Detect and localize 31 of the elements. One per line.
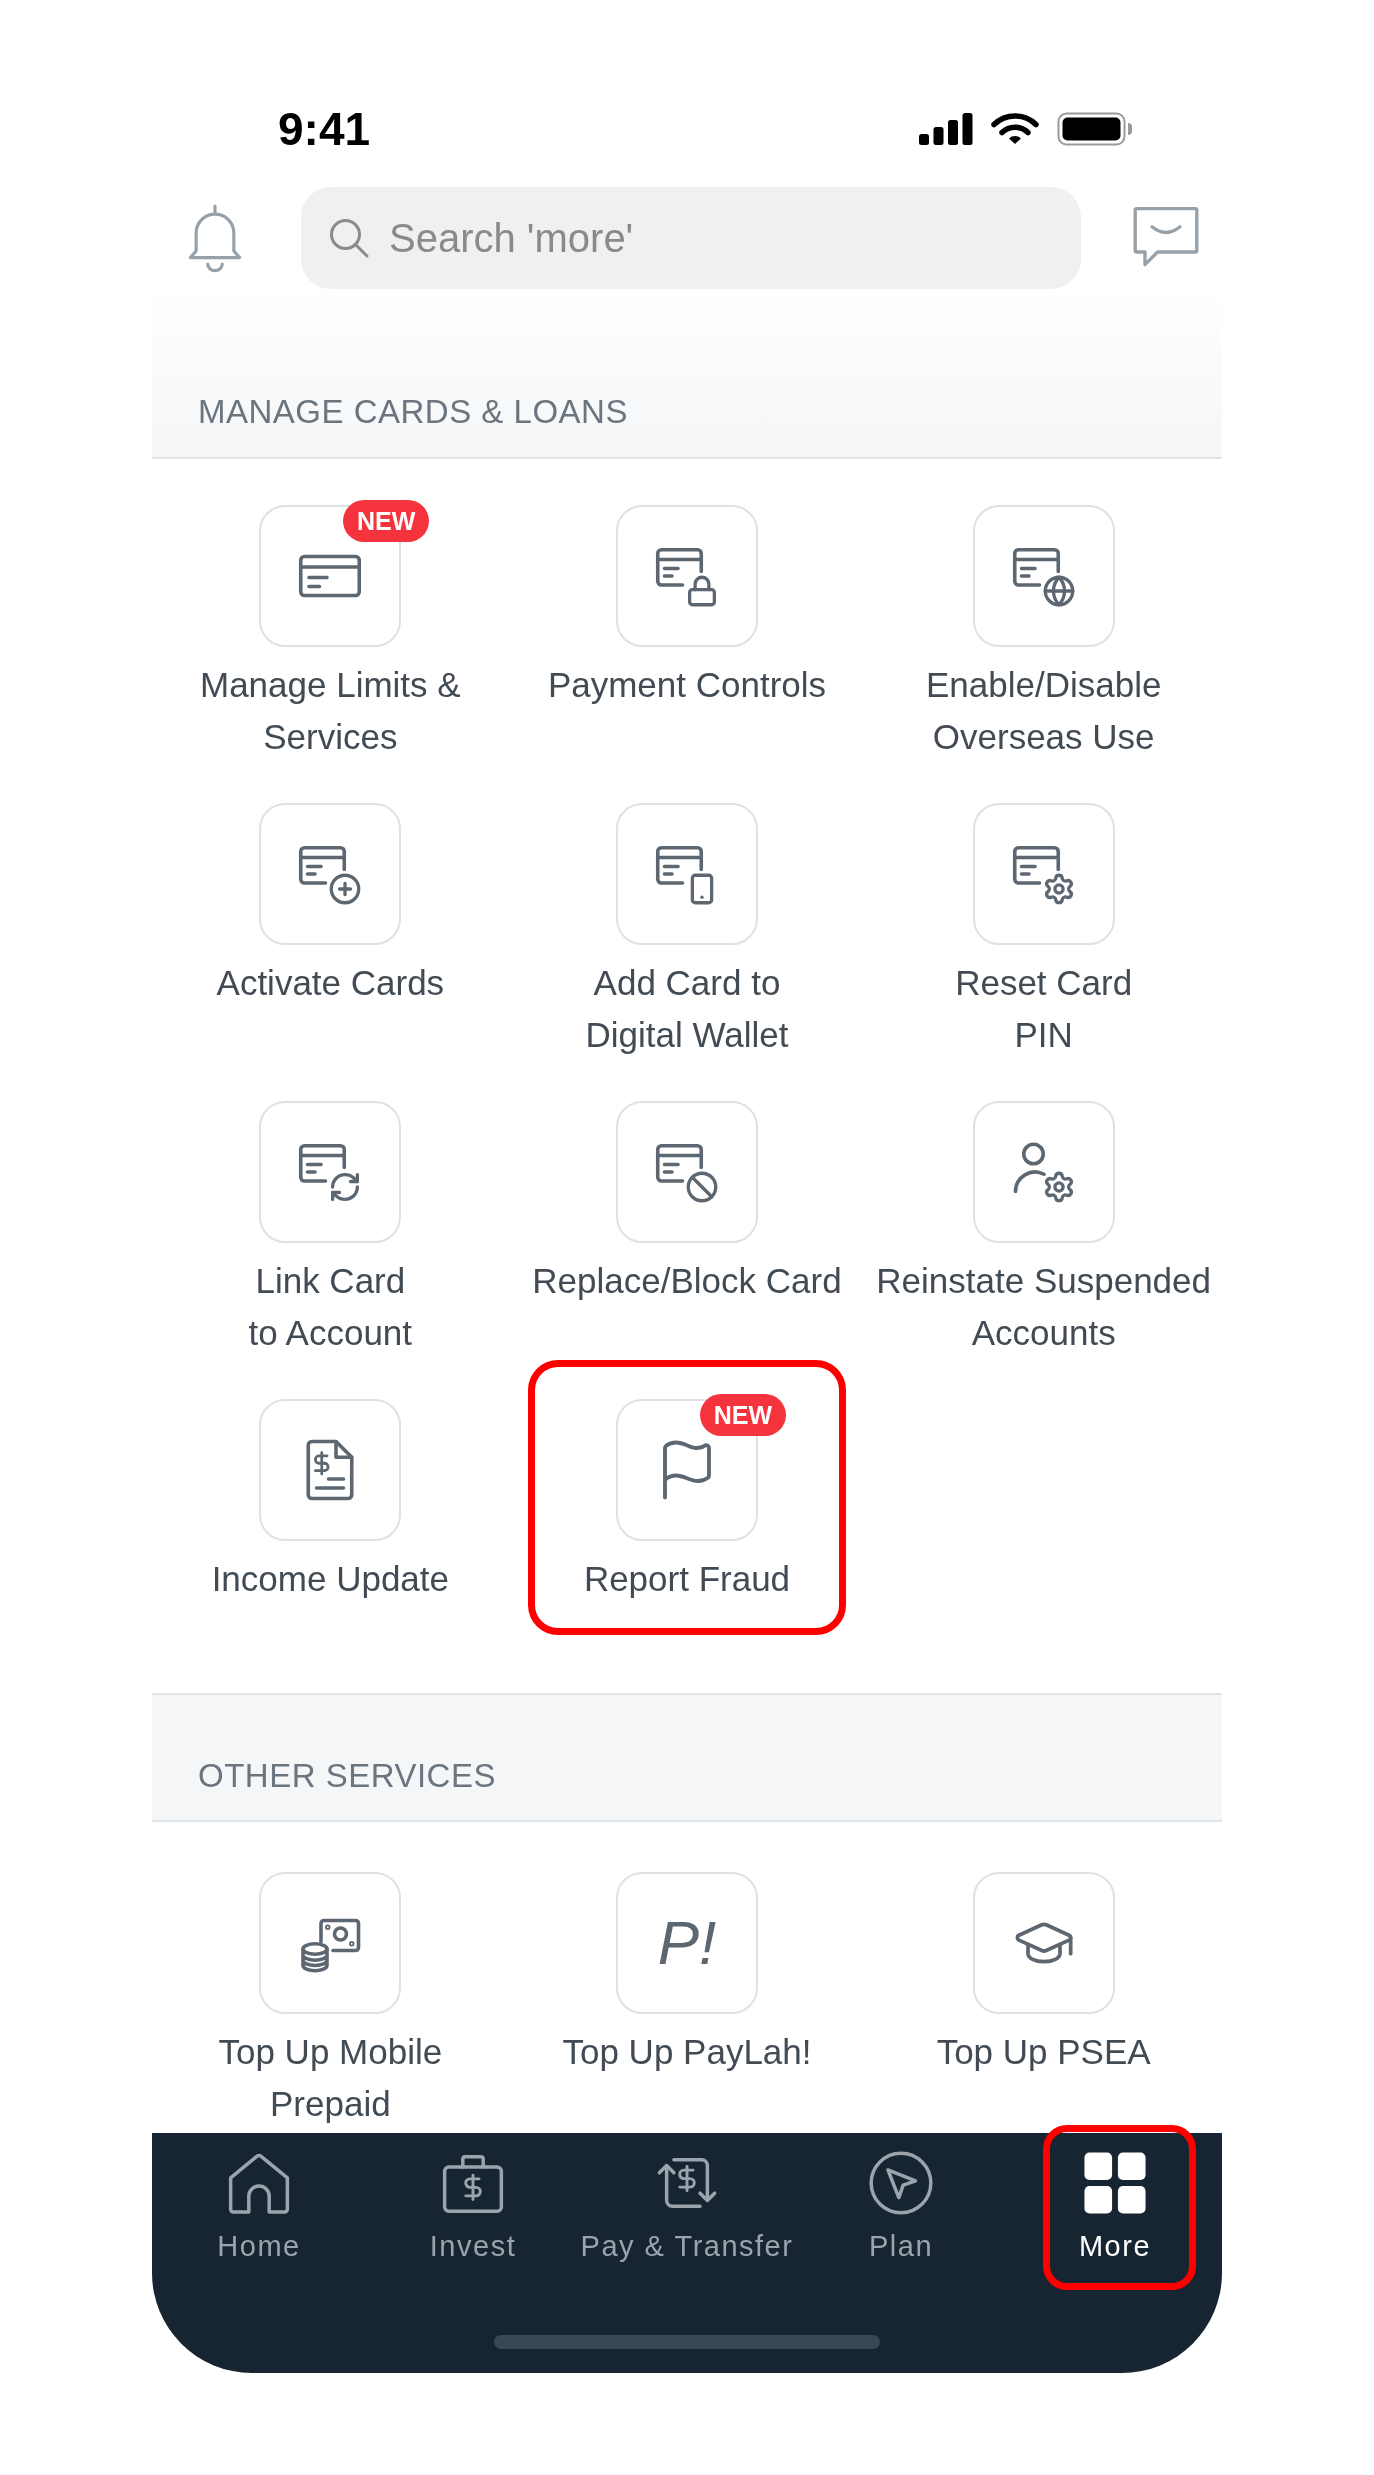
nav-tab[interactable]: Invest xyxy=(366,2133,580,2268)
status-badge: NEW xyxy=(699,1394,786,1436)
nav-tab[interactable]: Home xyxy=(152,2133,366,2268)
section-title: OTHER SERVICES xyxy=(198,1758,496,1794)
service-button[interactable]: Replace/Block Card xyxy=(532,1101,842,1307)
service-button[interactable]: Enable/Disable Overseas Use xyxy=(925,505,1162,763)
logo-text: P! xyxy=(657,1912,717,1974)
service-button[interactable]: Activate Cards xyxy=(216,803,445,1009)
nav-tab[interactable]: More xyxy=(1008,2133,1222,2268)
search-icon xyxy=(329,218,369,258)
battery-icon xyxy=(1057,112,1133,146)
service-button[interactable]: P! Top Up PayLah! xyxy=(562,1872,812,2078)
bell-icon[interactable] xyxy=(186,203,244,273)
search-field[interactable]: Search 'more' xyxy=(301,187,1081,289)
service-button[interactable]: Add Card to Digital Wallet xyxy=(585,803,789,1061)
service-button[interactable]: Reinstate Suspended Accounts xyxy=(876,1101,1211,1359)
service-button[interactable]: Payment Controls xyxy=(547,505,827,711)
home-icon xyxy=(227,2151,291,2215)
status-time: 9:41 xyxy=(278,106,371,152)
nav-tab[interactable]: Pay & Transfer xyxy=(580,2133,794,2268)
signal-icon xyxy=(919,113,973,145)
wifi-icon xyxy=(991,112,1039,146)
nav-tab[interactable]: Plan xyxy=(794,2133,1008,2268)
status-badge: NEW xyxy=(343,500,430,542)
service-button[interactable]: Link Card to Account xyxy=(248,1101,413,1359)
service-button[interactable]: Top Up Mobile Prepaid xyxy=(218,1872,443,2130)
service-button[interactable]: Income Update xyxy=(211,1399,449,1605)
section-title: MANAGE CARDS & LOANS xyxy=(198,394,628,430)
service-button[interactable]: Reset Card PIN xyxy=(955,803,1133,1061)
service-button[interactable]: Top Up PSEA xyxy=(936,1872,1151,2078)
grid-icon xyxy=(1083,2151,1147,2215)
